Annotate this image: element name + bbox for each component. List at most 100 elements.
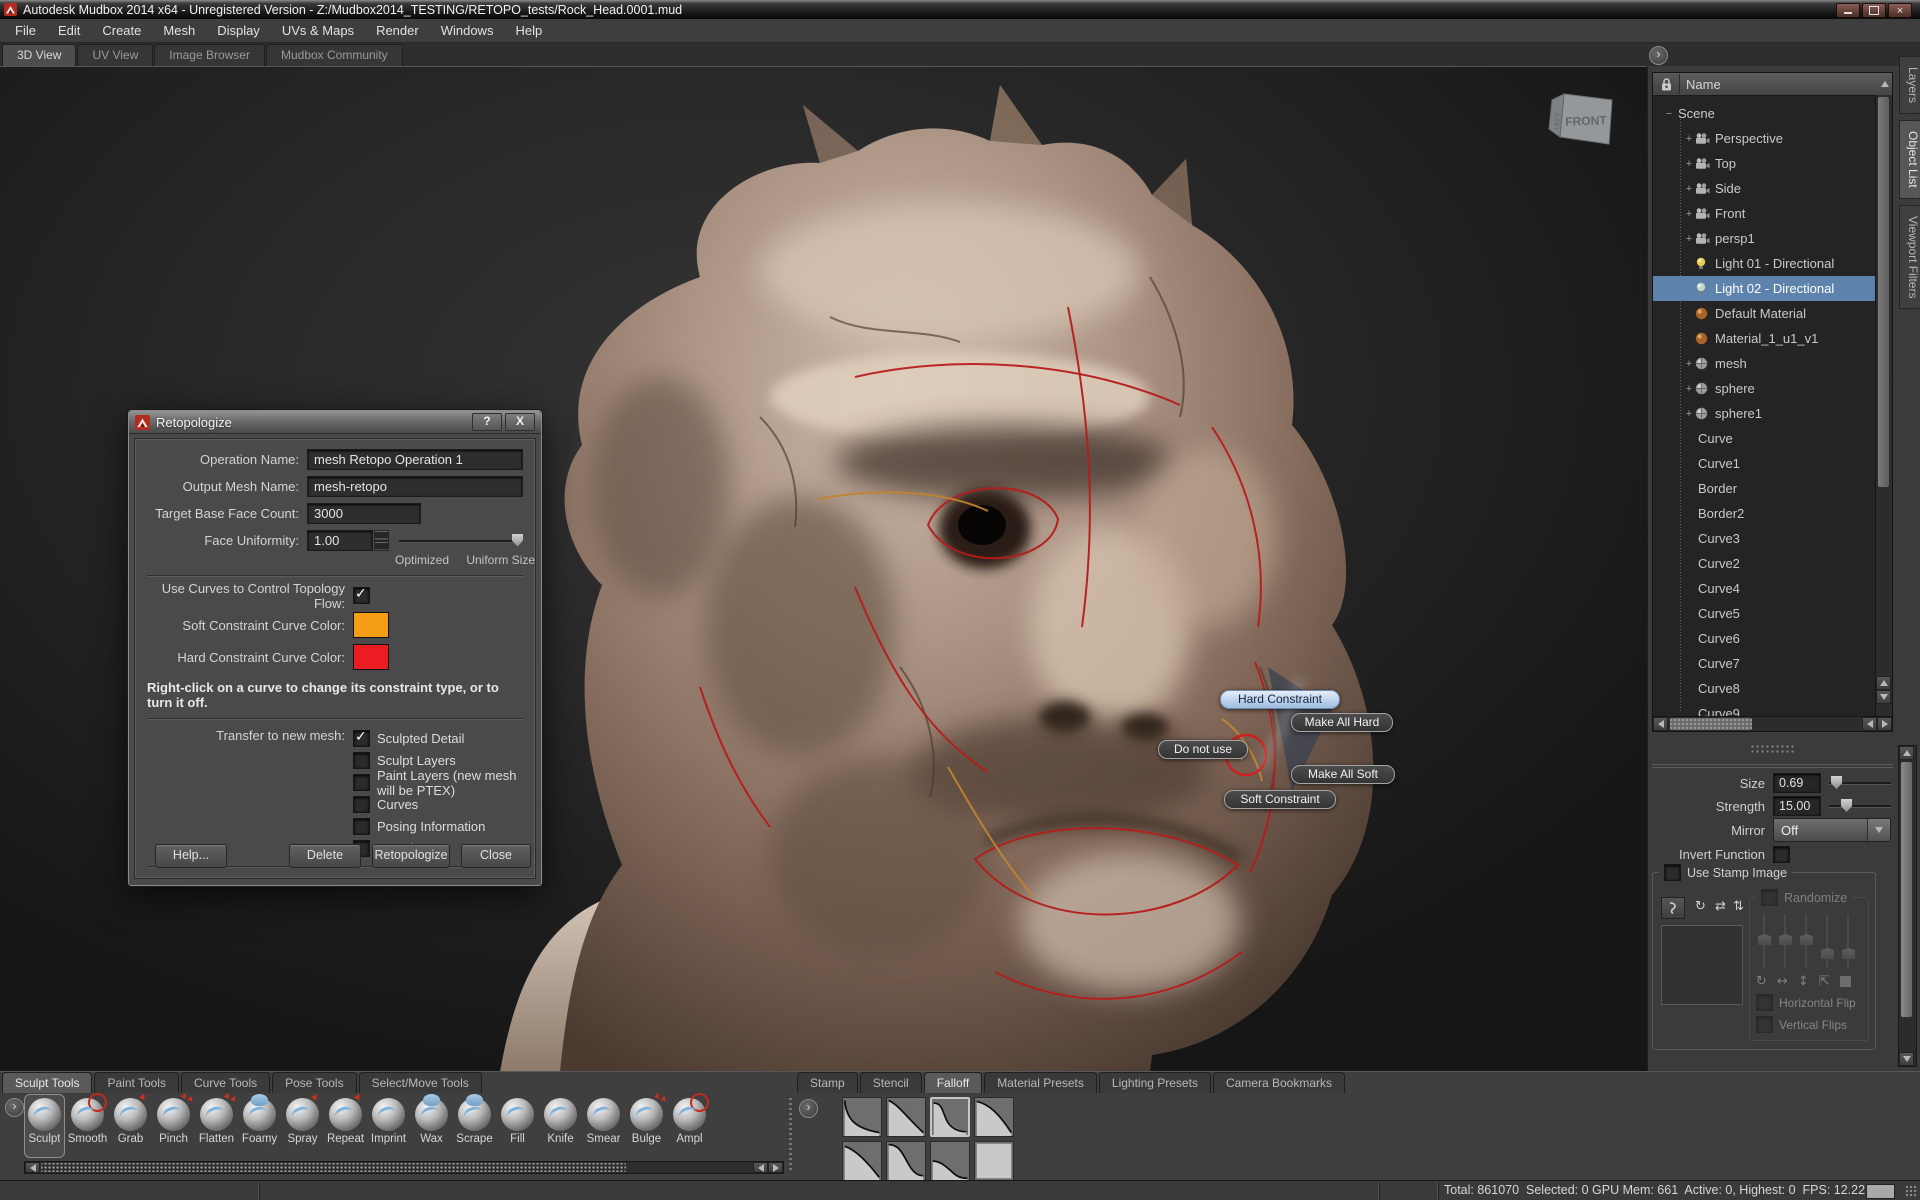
tree-item-light-01-directional[interactable]: Light 01 - Directional [1653,251,1877,276]
stamp-flip-horizontal-icon[interactable]: ⇄ [1715,899,1726,914]
tool-knife[interactable]: Knife [540,1094,581,1158]
tree-scroll-up-button[interactable] [1876,676,1891,690]
menu-create[interactable]: Create [91,19,152,42]
sidebar-scroll-down-button[interactable] [1899,1052,1914,1066]
falloff-preset-s-curve-2[interactable] [886,1141,926,1181]
preset-tab-falloff[interactable]: Falloff [924,1072,982,1093]
tree-item-curve6[interactable]: Curve6 [1653,626,1877,651]
transfer-checkbox-posing-information[interactable] [353,818,370,835]
tree-scroll-left-button-2[interactable] [1862,717,1877,731]
tree-item-curve7[interactable]: Curve7 [1653,651,1877,676]
mirror-dropdown[interactable]: Off [1773,818,1891,842]
tree-item-curve5[interactable]: Curve5 [1653,601,1877,626]
tree-item-border[interactable]: Border [1653,476,1877,501]
use-curves-checkbox[interactable] [353,587,370,604]
sidebar-scrollbar[interactable] [1898,745,1917,1067]
tree-item-curve4[interactable]: Curve4 [1653,576,1877,601]
soft-constraint-color-swatch[interactable] [353,612,389,638]
lock-button[interactable] [1653,74,1680,94]
tab-uv-view[interactable]: UV View [77,44,153,66]
tree-item-side[interactable]: +Side [1653,176,1877,201]
tree-expander[interactable]: + [1683,233,1695,245]
tree-item-curve2[interactable]: Curve2 [1653,551,1877,576]
panel-splitter[interactable] [1652,738,1893,760]
menu-display[interactable]: Display [206,19,271,42]
tool-flatten[interactable]: Flatten [196,1094,237,1158]
size-slider[interactable] [1829,776,1891,790]
tree-expander[interactable]: + [1683,208,1695,220]
tools-scroll-right-button[interactable] [768,1162,783,1173]
marking-menu-item-do-not-use[interactable]: Do not use [1158,740,1248,759]
use-stamp-image-checkbox[interactable] [1664,864,1681,881]
tool-pinch[interactable]: Pinch [153,1094,194,1158]
menu-windows[interactable]: Windows [430,19,505,42]
marking-menu-item-make-all-soft[interactable]: Make All Soft [1291,765,1395,784]
tree-expander[interactable]: + [1683,383,1695,395]
tree-scroll-down-button[interactable] [1876,690,1891,704]
falloff-preset-concave-decay[interactable] [886,1097,926,1137]
tab-image-browser[interactable]: Image Browser [154,44,265,66]
face-uniformity-slider[interactable] [399,534,523,548]
menu-edit[interactable]: Edit [47,19,91,42]
tree-item-scene[interactable]: −Scene [1653,101,1877,126]
transfer-checkbox-curves[interactable] [353,796,370,813]
preset-tab-material-presets[interactable]: Material Presets [984,1072,1097,1093]
mirror-dropdown-arrow[interactable] [1867,819,1890,841]
tool-grab[interactable]: Grab [110,1094,151,1158]
dialog-close-button[interactable]: X [505,413,535,431]
tree-expander[interactable]: + [1683,358,1695,370]
randomize-scale-icon[interactable]: ⇱ [1819,974,1830,989]
transfer-checkbox-sculpt-layers[interactable] [353,752,370,769]
tree-item-mesh[interactable]: +mesh [1653,351,1877,376]
horizontal-flip-checkbox[interactable] [1756,994,1773,1011]
tool-tab-sculpt-tools[interactable]: Sculpt Tools [2,1072,92,1093]
tab-3d-view[interactable]: 3D View [2,44,76,66]
randomize-horizontal-icon[interactable]: ↔ [1777,974,1788,989]
tree-item-light-02-directional[interactable]: Light 02 - Directional [1653,276,1877,301]
strength-value-field[interactable]: 15.00 [1773,796,1821,816]
side-tab-object-list[interactable]: Object List [1899,120,1920,199]
tree-expander[interactable]: + [1683,133,1695,145]
face-uniformity-field[interactable]: 1.00 [307,530,373,551]
target-base-face-count-field[interactable]: 3000 [307,503,421,524]
sidebar-scroll-up-button[interactable] [1899,746,1914,760]
stamp-rotate-icon[interactable]: ↻ [1695,899,1706,914]
stamp-curve-button[interactable] [1661,897,1685,919]
tool-smooth[interactable]: Smooth [67,1094,108,1158]
strength-slider[interactable] [1829,799,1891,813]
randomize-slider-5[interactable] [1842,914,1855,968]
randomize-slider-3[interactable] [1800,914,1813,968]
side-tab-viewport-filters[interactable]: Viewport Filters [1899,205,1920,309]
transfer-checkbox-paint-layers-new-mesh-will-be-ptex[interactable] [353,774,370,791]
tree-hscroll-thumb[interactable] [1670,718,1752,730]
minimize-button[interactable] [1836,3,1860,18]
tree-item-default-material[interactable]: Default Material [1653,301,1877,326]
tree-expander[interactable]: + [1683,158,1695,170]
tools-scroll-thumb[interactable] [41,1163,626,1172]
scroll-up-button[interactable] [1877,75,1892,93]
tool-spray[interactable]: Spray [282,1094,323,1158]
tree-item-sphere1[interactable]: +sphere1 [1653,401,1877,426]
tool-sculpt[interactable]: Sculpt [24,1094,65,1158]
preset-tray-collapse-button[interactable]: › [799,1099,818,1118]
retopologize-dialog[interactable]: Retopologize ? X Operation Name: mesh Re… [128,410,542,886]
tool-scrape[interactable]: Scrape [454,1094,495,1158]
dialog-help-button[interactable]: ? [472,413,502,431]
tree-item-perspective[interactable]: +Perspective [1653,126,1877,151]
falloff-preset-s-curve[interactable] [930,1097,970,1137]
falloff-preset-steep-decay[interactable] [842,1097,882,1137]
tree-item-curve1[interactable]: Curve1 [1653,451,1877,476]
randomize-slider-4[interactable] [1821,914,1834,968]
tree-vertical-scrollbar[interactable] [1875,95,1892,719]
face-uniformity-spinner[interactable] [374,530,388,551]
tool-tab-paint-tools[interactable]: Paint Tools [94,1072,178,1093]
tray-divider[interactable] [789,1098,792,1170]
tool-repeat[interactable]: Repeat [325,1094,366,1158]
randomize-slider-2[interactable] [1779,914,1792,968]
maximize-button[interactable] [1862,3,1886,18]
window-title-bar[interactable]: Autodesk Mudbox 2014 x64 - Unregistered … [0,0,1920,19]
menu-mesh[interactable]: Mesh [152,19,206,42]
retopologize-button[interactable]: Retopologize [372,844,450,868]
tree-item-border2[interactable]: Border2 [1653,501,1877,526]
falloff-preset-low-bump[interactable] [930,1141,970,1181]
